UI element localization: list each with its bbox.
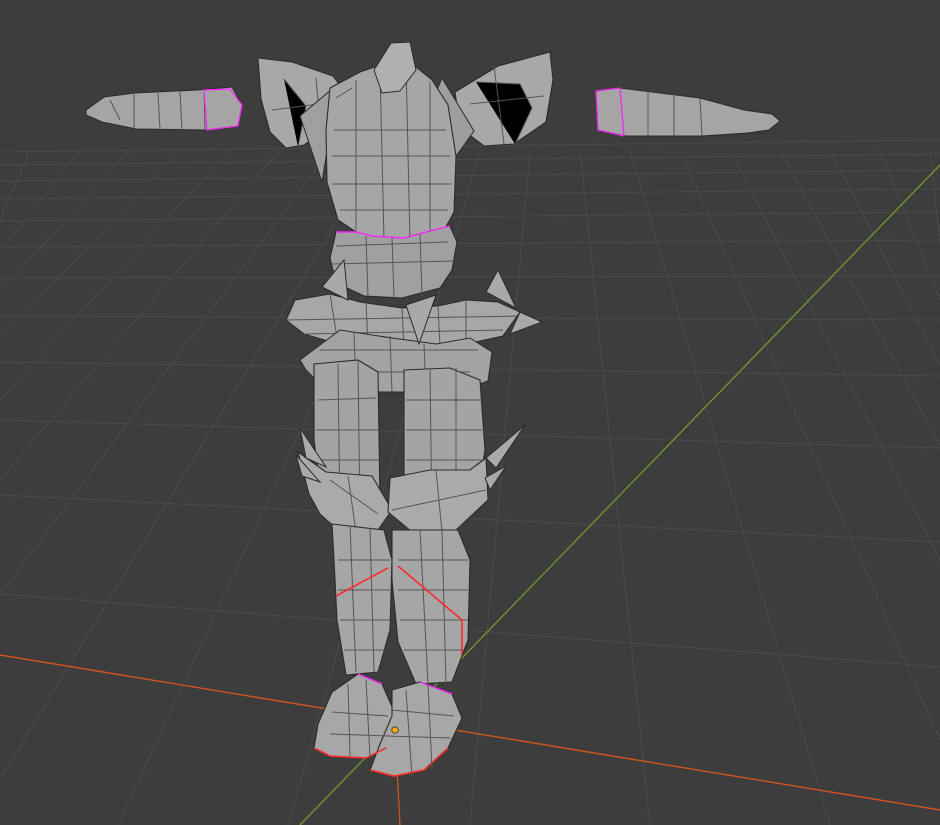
3d-viewport[interactable] — [0, 0, 940, 825]
waist-plate[interactable] — [329, 225, 458, 299]
viewport-canvas[interactable] — [0, 0, 940, 825]
object-origin[interactable] — [391, 726, 399, 734]
